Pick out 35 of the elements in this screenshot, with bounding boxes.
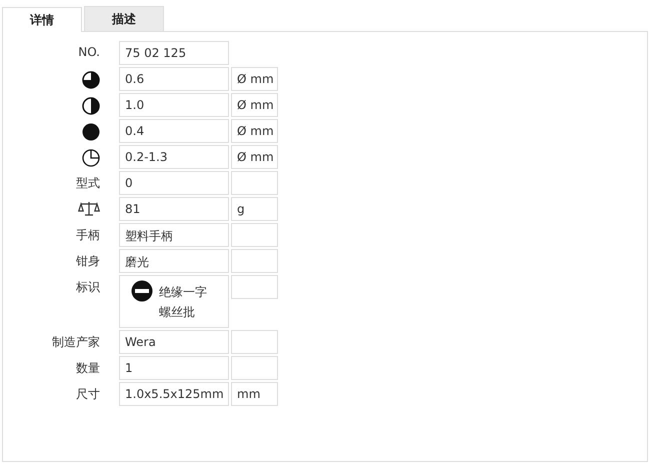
field-label: 型式 bbox=[76, 175, 100, 192]
pie-outline-icon bbox=[82, 149, 100, 167]
tab[interactable]: 详情 bbox=[2, 7, 82, 32]
value-cell: 0 bbox=[119, 171, 229, 195]
unit-cell: g bbox=[231, 197, 278, 221]
value-text: 绝缘一字螺丝批 bbox=[159, 284, 208, 321]
value-cell: Wera bbox=[119, 330, 229, 354]
value-cell: 81 bbox=[119, 197, 229, 221]
unit-cell: Ø mm bbox=[231, 67, 278, 91]
scale-icon bbox=[78, 201, 100, 217]
unit-cell: Ø mm bbox=[231, 119, 278, 143]
half-pie-icon bbox=[82, 97, 100, 115]
field-label: 手柄 bbox=[76, 227, 100, 244]
unit-cell: Ø mm bbox=[231, 93, 278, 117]
filled-circle-icon bbox=[82, 123, 100, 141]
tab[interactable]: 描述 bbox=[84, 6, 164, 31]
value-cell: 1 bbox=[119, 356, 229, 380]
value-cell: 1.0 bbox=[119, 93, 229, 117]
value-cell: 1.0x5.5x125mm bbox=[119, 382, 229, 406]
value-cell: 磨光 bbox=[119, 249, 229, 273]
field-label: 标识 bbox=[76, 279, 100, 296]
field-label: 数量 bbox=[76, 360, 100, 377]
no-entry-icon bbox=[131, 280, 153, 302]
field-label: NO. bbox=[78, 45, 100, 59]
quarter-pie-icon bbox=[82, 71, 100, 89]
value-cell: 塑料手柄 bbox=[119, 223, 229, 247]
value-cell: 0.4 bbox=[119, 119, 229, 143]
field-label: 钳身 bbox=[76, 253, 100, 270]
unit-cell: mm bbox=[231, 382, 278, 406]
value-cell: 0.2-1.3 bbox=[119, 145, 229, 169]
unit-cell: Ø mm bbox=[231, 145, 278, 169]
value-cell: 0.6 bbox=[119, 67, 229, 91]
field-label: 制造产家 bbox=[52, 334, 100, 351]
field-label: 尺寸 bbox=[76, 386, 100, 403]
value-cell: 75 02 125 bbox=[119, 41, 229, 65]
